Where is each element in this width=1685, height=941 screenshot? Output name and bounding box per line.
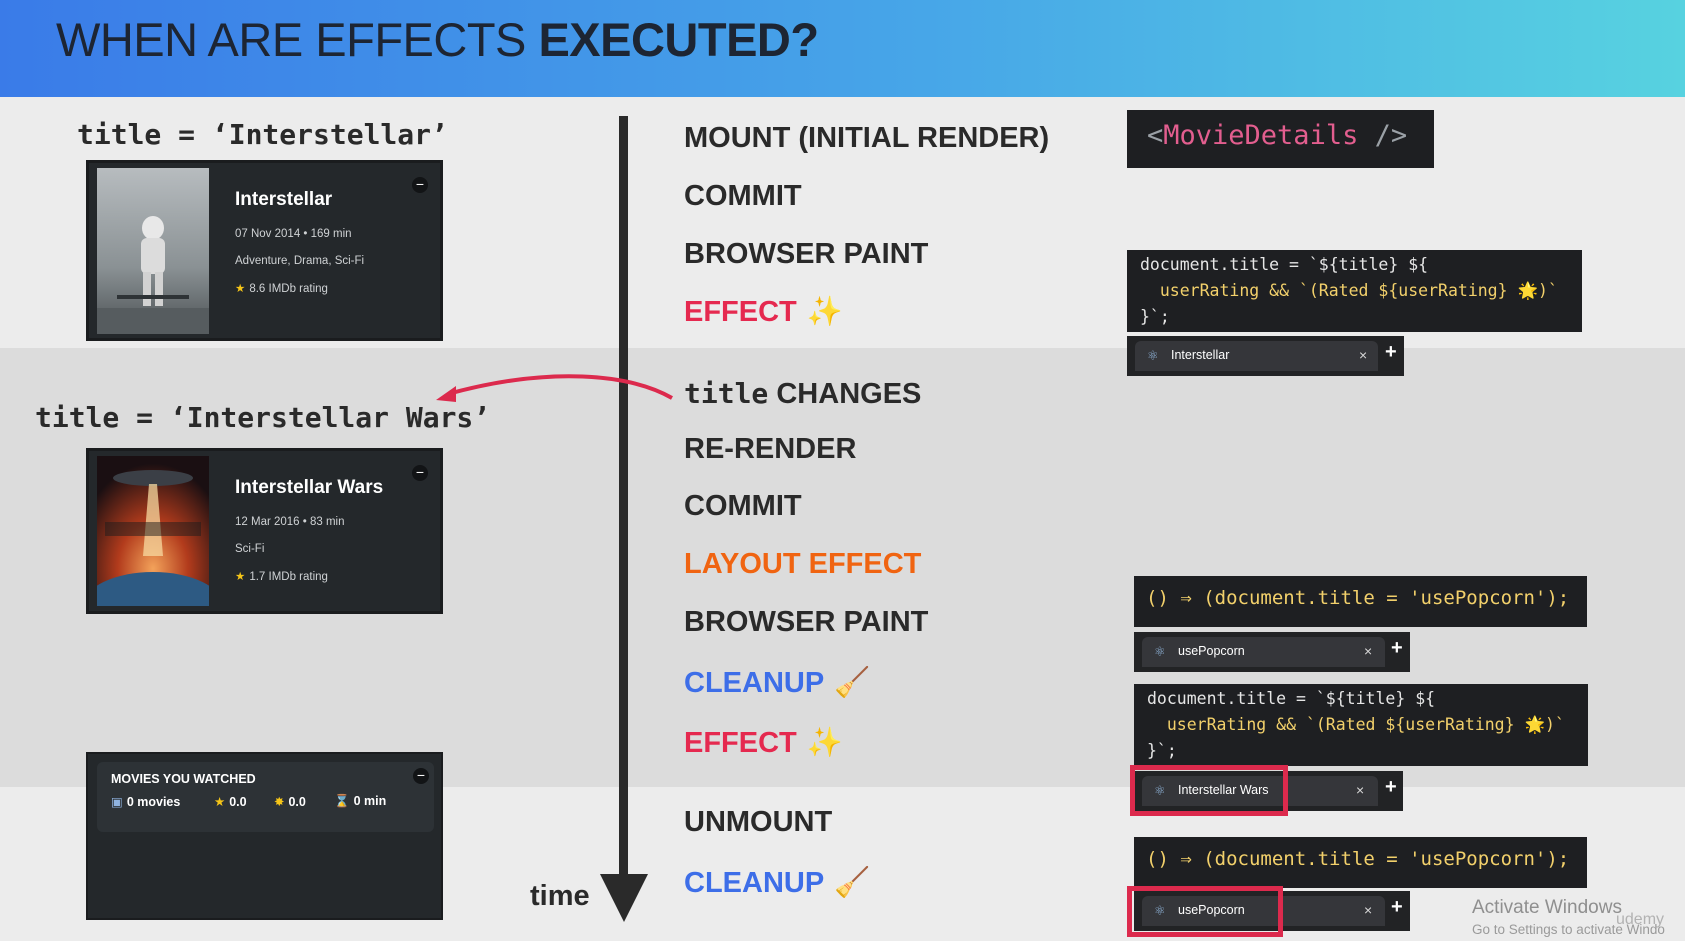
step-rerender: RE-RENDER xyxy=(684,433,857,465)
movie-meta: 12 Mar 2016 • 83 min xyxy=(235,516,345,528)
hash-icon: ▣ xyxy=(111,795,123,809)
movie-genre: Adventure, Drama, Sci-Fi xyxy=(235,255,365,267)
curved-arrow xyxy=(436,374,673,402)
tab-title: Interstellar xyxy=(1171,348,1230,362)
new-tab-icon[interactable]: + xyxy=(1385,341,1397,364)
browser-tab[interactable]: ⚛ Interstellar × xyxy=(1135,341,1378,371)
timeline-axis xyxy=(619,116,628,884)
movie-rating: ★ 1.7 IMDb rating xyxy=(235,571,328,583)
browser-tab[interactable]: ⚛ usePopcorn × xyxy=(1142,637,1385,667)
movie-title: Interstellar xyxy=(235,189,333,210)
step-unmount: UNMOUNT xyxy=(684,806,833,838)
time-label: time xyxy=(530,880,590,912)
broom-icon: 🧹 xyxy=(834,867,871,899)
new-tab-icon[interactable]: + xyxy=(1391,896,1403,919)
star-icon: ★ xyxy=(214,795,226,809)
activate-windows-watermark: Activate Windows xyxy=(1472,897,1622,918)
udemy-logo: udemy xyxy=(1616,911,1665,928)
step-effect: EFFECT ✨ xyxy=(684,727,843,759)
star-icon: ★ xyxy=(235,571,246,583)
timeline-arrowhead xyxy=(600,874,648,922)
state-label-initial: title = ‘Interstellar’ xyxy=(77,118,448,151)
movie-poster-interstellar-wars xyxy=(97,456,209,606)
step-mount: MOUNT (INITIAL RENDER) xyxy=(684,122,1050,154)
browser-tab-strip: ⚛ Interstellar × + xyxy=(1127,336,1404,376)
step-effect: EFFECT ✨ xyxy=(684,296,843,328)
close-icon[interactable]: × xyxy=(1359,347,1367,363)
state-label-changed: title = ‘Interstellar Wars’ xyxy=(35,401,491,434)
watched-heading: MOVIES YOU WATCHED xyxy=(111,772,256,786)
step-browser-paint: BROWSER PAINT xyxy=(684,238,929,270)
movie-card-interstellar[interactable]: Interstellar 07 Nov 2014 • 169 min Adven… xyxy=(86,160,443,341)
movie-genre: Sci-Fi xyxy=(235,543,265,555)
step-cleanup: CLEANUP 🧹 xyxy=(684,667,871,699)
effect-code-block: document.title = `${title} ${ userRating… xyxy=(1134,684,1588,766)
react-icon: ⚛ xyxy=(1154,644,1166,659)
tab-title-highlight xyxy=(1127,886,1283,937)
hourglass-icon: ⌛ xyxy=(334,794,350,808)
header-banner: WHEN ARE EFFECTS EXECUTED? xyxy=(0,0,1685,97)
step-layout-effect: LAYOUT EFFECT xyxy=(684,548,922,580)
tab-title-highlight xyxy=(1130,765,1288,816)
browser-tab-strip: ⚛ usePopcorn × + xyxy=(1134,632,1410,672)
step-title-changes: title CHANGES xyxy=(684,377,922,410)
minimize-button[interactable]: − xyxy=(412,177,428,193)
step-commit: COMMIT xyxy=(684,490,802,522)
page-title: WHEN ARE EFFECTS EXECUTED? xyxy=(56,13,819,66)
step-commit: COMMIT xyxy=(684,180,802,212)
close-icon[interactable]: × xyxy=(1364,902,1372,918)
watched-count: ▣ 0 movies xyxy=(111,795,181,809)
minimize-button[interactable]: − xyxy=(413,768,429,784)
watched-movies-panel: MOVIES YOU WATCHED ▣ 0 movies ★ 0.0 ✸ 0.0 ⌛… xyxy=(86,752,443,920)
new-tab-icon[interactable]: + xyxy=(1391,637,1403,660)
movie-title: Interstellar Wars xyxy=(235,477,384,498)
sparkles-icon: ✨ xyxy=(806,727,843,759)
avg-imdb-rating: ★ 0.0 xyxy=(214,795,247,809)
movie-poster-interstellar xyxy=(97,168,209,334)
close-icon[interactable]: × xyxy=(1356,782,1364,798)
sparkles-icon: ✨ xyxy=(806,296,843,328)
cleanup-code-block: () ⇒ (document.title = 'usePopcorn'); xyxy=(1134,576,1587,627)
movie-card-interstellar-wars[interactable]: Interstellar Wars 12 Mar 2016 • 83 min S… xyxy=(86,448,443,614)
tab-title: usePopcorn xyxy=(1178,644,1245,658)
close-icon[interactable]: × xyxy=(1364,643,1372,659)
component-tag: <MovieDetails /> xyxy=(1127,110,1434,168)
avg-user-rating: ✸ 0.0 xyxy=(274,795,306,809)
movie-meta: 07 Nov 2014 • 169 min xyxy=(235,228,352,240)
star-icon: ★ xyxy=(235,283,246,295)
sparkle-star-icon: ✸ xyxy=(274,795,285,809)
react-icon: ⚛ xyxy=(1147,348,1159,363)
broom-icon: 🧹 xyxy=(834,667,871,699)
new-tab-icon[interactable]: + xyxy=(1385,776,1397,799)
cleanup-code-block: () ⇒ (document.title = 'usePopcorn'); xyxy=(1134,837,1587,888)
step-browser-paint: BROWSER PAINT xyxy=(684,606,929,638)
effect-code-block: document.title = `${title} ${ userRating… xyxy=(1127,250,1582,332)
step-cleanup: CLEANUP 🧹 xyxy=(684,867,871,899)
movie-rating: ★ 8.6 IMDb rating xyxy=(235,283,328,295)
avg-runtime: ⌛ 0 min xyxy=(334,794,387,808)
minimize-button[interactable]: − xyxy=(412,465,428,481)
